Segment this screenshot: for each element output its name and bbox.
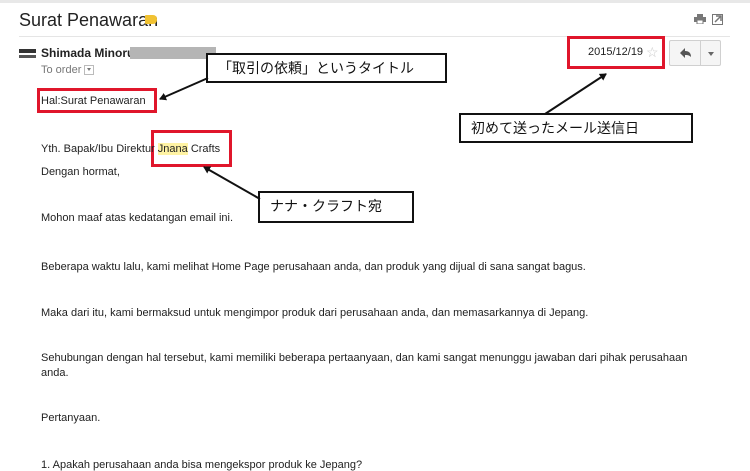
title-annotation-arrow [159, 77, 209, 101]
annotation-arrows [159, 73, 607, 200]
addressee-annotation-arrow [203, 166, 261, 200]
date-annotation-arrow [544, 73, 607, 115]
